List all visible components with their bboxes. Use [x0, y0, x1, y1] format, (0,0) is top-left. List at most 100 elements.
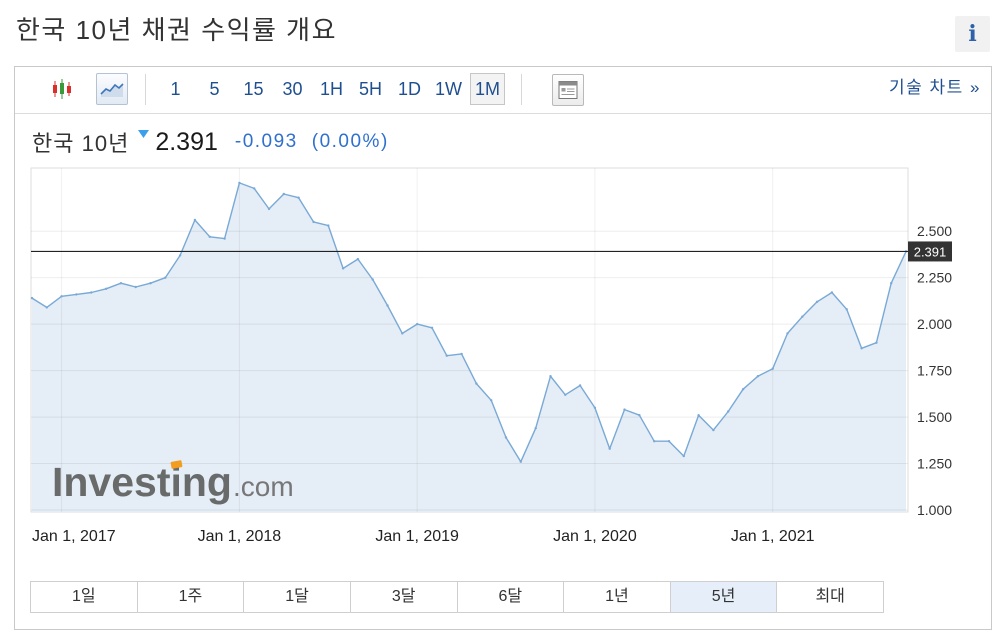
data-point [786, 332, 789, 335]
range-6-months[interactable]: 6달 [458, 582, 565, 612]
y-tick-label: 1.250 [917, 456, 952, 472]
data-point [875, 341, 878, 344]
info-button[interactable]: i [955, 16, 990, 52]
data-point [712, 428, 715, 432]
yield-chart: 1.000 1.250 1.500 1.750 2.000 2.250 2.500 Jan 1… [30, 167, 952, 545]
y-tick-label: 1.000 [917, 502, 952, 518]
range-1-year[interactable]: 1년 [564, 582, 671, 612]
quote-bar: 한국 10년 2.391 -0.093 (0.00%) [32, 126, 389, 158]
data-point [282, 192, 285, 196]
data-point [178, 254, 182, 257]
current-price-label-text: 2.391 [914, 244, 947, 259]
range-max[interactable]: 최대 [777, 582, 883, 612]
x-tick-label: Jan 1, 2019 [375, 528, 459, 545]
current-price-label: 2.391 [908, 241, 952, 262]
interval-30[interactable]: 30 [275, 73, 310, 105]
data-point [90, 291, 93, 294]
range-1-day[interactable]: 1일 [31, 582, 138, 612]
data-point [697, 414, 700, 417]
data-point [149, 282, 152, 285]
triangle-down-icon [138, 129, 150, 138]
data-point [267, 207, 271, 211]
range-1-week[interactable]: 1주 [138, 582, 245, 612]
x-tick-label: Jan 1, 2018 [198, 528, 282, 545]
data-point [549, 375, 552, 378]
y-tick-label: 1.750 [917, 363, 952, 379]
interval-1h[interactable]: 1H [314, 73, 349, 105]
window-layout-icon [558, 81, 578, 99]
data-point [608, 447, 611, 450]
interval-1w[interactable]: 1W [431, 73, 466, 105]
x-tick-label: Jan 1, 2017 [32, 528, 116, 545]
toolbar-separator [145, 74, 146, 105]
range-3-months[interactable]: 3달 [351, 582, 458, 612]
data-point [134, 285, 137, 289]
data-point [253, 187, 256, 190]
toolbar-separator [521, 74, 522, 105]
data-point [564, 393, 567, 396]
data-point [164, 276, 167, 279]
data-point [504, 436, 508, 439]
data-point [119, 282, 123, 285]
interval-5[interactable]: 5 [197, 73, 232, 105]
data-point [445, 354, 448, 357]
data-point [223, 237, 226, 240]
data-point [815, 300, 819, 303]
technical-chart-link[interactable]: 기술 차트 » [889, 77, 981, 99]
data-point [475, 382, 478, 385]
candlestick-chart-icon [53, 79, 71, 99]
data-point [416, 322, 419, 326]
data-point [327, 224, 330, 227]
data-point [341, 267, 345, 270]
x-tick-label: Jan 1, 2020 [553, 528, 637, 545]
data-point [490, 399, 493, 402]
line-chart-icon [100, 83, 124, 97]
candlestick-chart-button[interactable] [51, 78, 73, 100]
data-point [638, 414, 641, 417]
data-point [682, 454, 685, 458]
interval-1d[interactable]: 1D [392, 73, 427, 105]
range-5-years[interactable]: 5년 [670, 582, 778, 612]
data-point [830, 291, 834, 294]
data-point [534, 427, 537, 430]
y-tick-label: 2.250 [917, 270, 952, 286]
data-point [593, 406, 597, 409]
last-price: 2.391 [155, 127, 218, 156]
data-point [653, 440, 656, 443]
line-chart-button[interactable] [96, 73, 128, 105]
toolbar-divider [15, 113, 991, 114]
data-point [60, 295, 63, 298]
range-1-month[interactable]: 1달 [244, 582, 351, 612]
x-tick-label: Jan 1, 2021 [731, 528, 815, 545]
data-point [756, 375, 760, 378]
data-point [45, 306, 48, 309]
data-point [860, 347, 863, 350]
data-point [193, 218, 197, 222]
data-point [578, 384, 582, 387]
data-point [771, 367, 774, 370]
data-point [801, 315, 804, 318]
price-change: -0.093 [234, 131, 298, 152]
data-point [104, 287, 108, 290]
data-point [623, 408, 626, 411]
data-point [401, 332, 404, 335]
chart-layout-button[interactable] [552, 74, 584, 106]
data-point [460, 352, 463, 356]
interval-1m[interactable]: 1M [470, 73, 505, 105]
price-change-percent: (0.00%) [311, 131, 389, 152]
info-icon: i [968, 21, 977, 47]
data-point [75, 293, 78, 296]
y-tick-label: 2.500 [917, 223, 952, 239]
data-point [890, 282, 893, 285]
data-point [386, 304, 389, 307]
interval-1[interactable]: 1 [158, 73, 193, 105]
data-point [30, 296, 34, 300]
data-point [312, 220, 315, 224]
data-point [371, 278, 374, 281]
interval-5h[interactable]: 5H [353, 73, 388, 105]
data-point [667, 440, 671, 443]
y-tick-label: 1.500 [917, 409, 952, 425]
interval-15[interactable]: 15 [236, 73, 271, 105]
data-point [845, 308, 848, 311]
interval-selector: 1 5 15 30 1H 5H 1D 1W 1M [158, 73, 505, 105]
